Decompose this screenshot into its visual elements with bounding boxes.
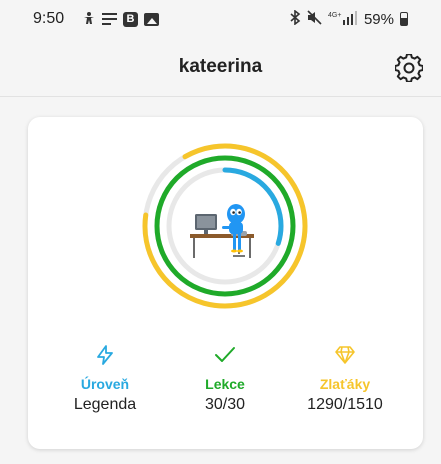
notes-icon [102, 12, 117, 28]
settings-button[interactable] [394, 53, 424, 83]
status-left-icons: B [82, 11, 159, 28]
accessibility-icon [82, 11, 96, 28]
diamond-icon [335, 346, 355, 364]
status-time: 9:50 [33, 10, 65, 27]
stat-coins-value: 1290/1510 [307, 396, 383, 413]
stat-coins-label: Zlaťáky [319, 376, 371, 392]
mute-icon [307, 10, 322, 28]
battery-percent: 59% [363, 10, 394, 28]
stat-lessons: Lekce 30/30 [160, 344, 290, 414]
stat-lessons-label: Lekce [205, 376, 245, 392]
gear-icon [394, 53, 424, 83]
stat-coins: Zlaťáky 1290/1510 [280, 344, 410, 414]
progress-card: Úroveň Legenda Lekce 30/30 Zlaťáky 1290/… [28, 117, 423, 449]
status-bar: 9:50 B 4G+ 59% [0, 0, 441, 40]
bluetooth-icon [289, 9, 301, 28]
network-label: 4G+ [328, 12, 341, 19]
battery-icon [400, 12, 408, 26]
lte-signal-icon: 4G+ [328, 10, 358, 28]
progress-rings [142, 143, 308, 309]
status-right: 4G+ 59% [289, 9, 408, 28]
stat-lessons-value: 30/30 [204, 396, 246, 413]
app-bar: kateerina [0, 40, 441, 97]
page-title: kateerina [178, 56, 263, 77]
b-app-icon: B [123, 12, 138, 27]
lightning-icon [97, 345, 113, 365]
stat-level: Úroveň Legenda [40, 344, 170, 414]
check-icon [215, 347, 235, 362]
mascot-illustration [190, 204, 254, 258]
stat-level-value: Legenda [73, 396, 137, 413]
image-icon [144, 13, 159, 26]
stat-level-label: Úroveň [80, 376, 130, 392]
